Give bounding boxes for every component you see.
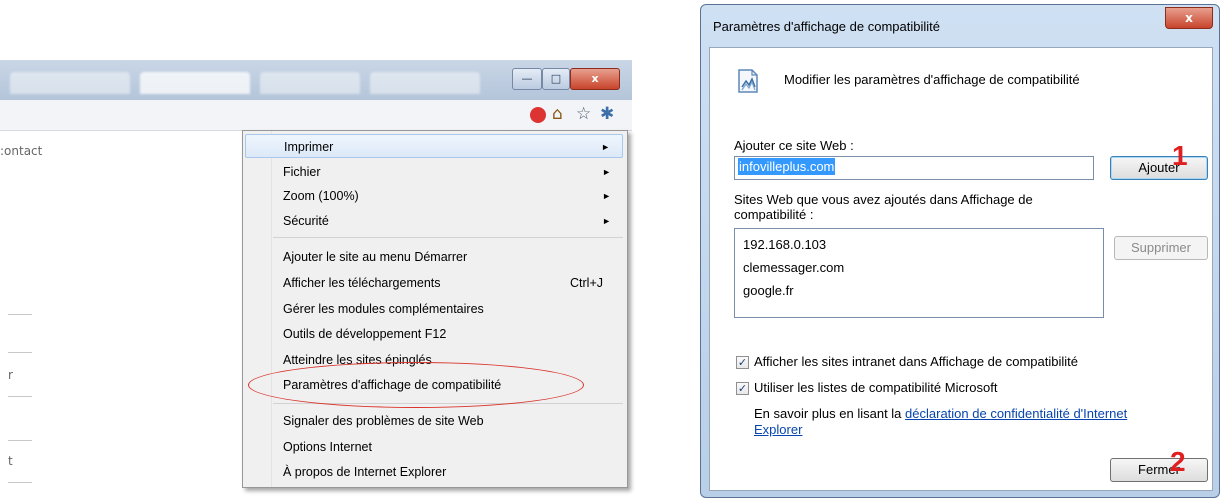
- submenu-arrow-icon: ►: [602, 167, 611, 177]
- list-item[interactable]: google.fr: [743, 279, 1095, 302]
- privacy-info-text: En savoir plus en lisant la déclaration …: [754, 406, 1128, 437]
- added-sites-list[interactable]: 192.168.0.103 clemessager.com google.fr: [734, 228, 1104, 318]
- menu-item-signaler[interactable]: Signaler des problèmes de site Web: [245, 409, 623, 433]
- list-item[interactable]: clemessager.com: [743, 256, 1095, 279]
- menu-item-securite[interactable]: Sécurité ►: [245, 209, 623, 233]
- step-marker-1: 1: [1172, 140, 1188, 171]
- added-sites-label: Sites Web que vous avez ajoutés dans Aff…: [734, 192, 1033, 222]
- menu-separator: [273, 237, 623, 238]
- dialog-body: Modifier les paramètres d'affichage de c…: [709, 47, 1213, 491]
- page-text-fragment: t: [8, 454, 13, 468]
- menu-item-ajouter-demarrer[interactable]: Ajouter le site au menu Démarrer: [245, 245, 623, 269]
- menu-item-modules[interactable]: Gérer les modules complémentaires: [245, 297, 623, 321]
- intranet-checkbox[interactable]: ✓: [736, 356, 749, 369]
- menu-item-fichier[interactable]: Fichier ►: [245, 160, 623, 184]
- page-divider: [8, 482, 32, 483]
- page-divider: [8, 314, 32, 315]
- compatibility-view-icon: [738, 69, 758, 93]
- menu-item-zoom[interactable]: Zoom (100%) ►: [245, 184, 623, 208]
- add-site-value: infovilleplus.com: [738, 158, 836, 175]
- dialog-title: Paramètres d'affichage de compatibilité: [713, 19, 940, 34]
- maximize-button[interactable]: □: [542, 68, 570, 90]
- page-divider: [8, 396, 32, 397]
- tab-bar: — □ x: [0, 60, 632, 100]
- minimize-button[interactable]: —: [512, 68, 542, 90]
- compat-settings-dialog: Paramètres d'affichage de compatibilité …: [700, 4, 1220, 498]
- tab-blurred-1[interactable]: [10, 72, 130, 94]
- microsoft-lists-checkbox[interactable]: ✓: [736, 382, 749, 395]
- submenu-arrow-icon: ►: [602, 191, 611, 201]
- dialog-close-button[interactable]: x: [1165, 7, 1213, 29]
- add-button[interactable]: Ajouter: [1110, 156, 1208, 180]
- tools-context-menu: Imprimer ► Fichier ► Zoom (100%) ► Sécur…: [242, 130, 628, 488]
- close-button[interactable]: Fermer: [1110, 458, 1208, 482]
- page-text-contact[interactable]: :ontact: [0, 144, 42, 158]
- menu-item-imprimer[interactable]: Imprimer ►: [245, 134, 623, 158]
- menu-item-f12[interactable]: Outils de développement F12: [245, 322, 623, 346]
- microsoft-lists-checkbox-label[interactable]: Utiliser les listes de compatibilité Mic…: [754, 380, 997, 395]
- favorites-star-icon[interactable]: ☆: [576, 104, 591, 124]
- menu-item-a-propos[interactable]: À propos de Internet Explorer: [245, 460, 623, 484]
- submenu-arrow-icon: ►: [601, 142, 610, 152]
- page-divider: [8, 352, 32, 353]
- step-marker-2: 2: [1170, 446, 1186, 477]
- command-toolbar: ⌂ ☆ ✱: [0, 100, 632, 131]
- menu-item-telechargements[interactable]: Afficher les téléchargements Ctrl+J: [245, 271, 623, 295]
- home-icon[interactable]: ⌂: [552, 104, 563, 124]
- tab-blurred-3[interactable]: [260, 72, 360, 94]
- add-site-label: Ajouter ce site Web :: [734, 138, 854, 153]
- tab-blurred-4[interactable]: [370, 72, 480, 94]
- menu-item-options-internet[interactable]: Options Internet: [245, 435, 623, 459]
- intranet-checkbox-label[interactable]: Afficher les sites intranet dans Afficha…: [754, 354, 1078, 369]
- red-badge-icon[interactable]: [530, 107, 546, 123]
- tools-gear-icon[interactable]: ✱: [600, 104, 614, 124]
- list-item[interactable]: 192.168.0.103: [743, 233, 1095, 256]
- remove-button[interactable]: Supprimer: [1114, 236, 1208, 260]
- submenu-arrow-icon: ►: [602, 216, 611, 226]
- tab-blurred-active[interactable]: [140, 72, 250, 94]
- annotation-ellipse: [248, 362, 584, 408]
- window-close-button[interactable]: x: [570, 68, 620, 90]
- page-divider: [8, 440, 32, 441]
- add-site-input[interactable]: infovilleplus.com: [734, 156, 1094, 180]
- dialog-heading: Modifier les paramètres d'affichage de c…: [784, 72, 1080, 87]
- shortcut-text: Ctrl+J: [570, 276, 603, 290]
- page-text-fragment: r: [8, 368, 13, 382]
- window-controls: — □ x: [512, 68, 622, 92]
